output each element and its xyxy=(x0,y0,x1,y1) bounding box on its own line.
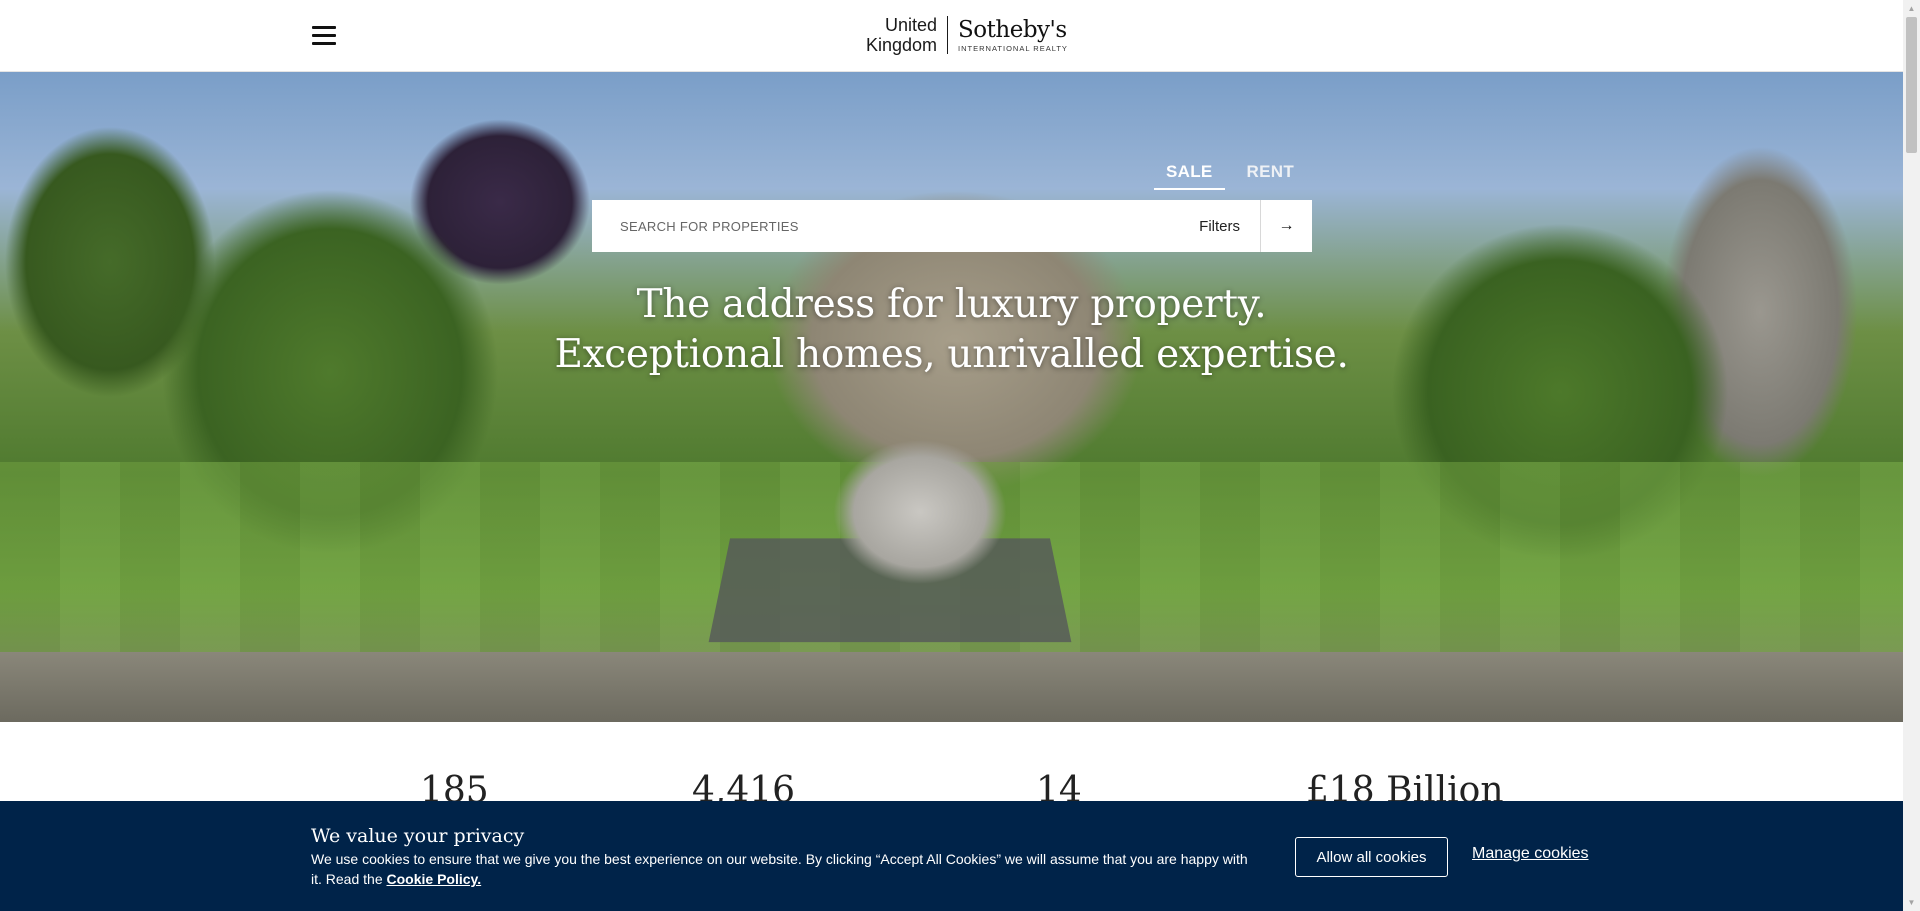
hero-section: SALE RENT Filters → The address for luxu… xyxy=(0,72,1903,722)
manage-cookies-link[interactable]: Manage cookies xyxy=(1472,845,1589,863)
arrow-right-icon: → xyxy=(1278,217,1295,234)
scroll-down-icon[interactable]: ▼ xyxy=(1903,894,1920,911)
logo-region-line2: Kingdom xyxy=(866,35,938,55)
logo-brand-sub: INTERNATIONAL REALTY xyxy=(958,44,1068,53)
logo-region: United Kingdom xyxy=(866,15,947,55)
cookie-banner: We value your privacy We use cookies to … xyxy=(0,801,1903,911)
site-header: United Kingdom Sotheby's INTERNATIONAL R… xyxy=(0,0,1903,72)
hero-headline: The address for luxury property. Excepti… xyxy=(0,280,1903,380)
scrollbar-thumb[interactable] xyxy=(1906,17,1917,153)
filters-button[interactable]: Filters xyxy=(1179,218,1260,235)
cookie-banner-title: We value your privacy xyxy=(311,825,525,847)
page-scrollbar[interactable]: ▲ ▼ xyxy=(1903,0,1920,911)
logo-region-line1: United xyxy=(885,15,938,35)
search-mode-tabs: SALE RENT xyxy=(1154,162,1294,190)
hero-headline-line1: The address for luxury property. xyxy=(636,282,1267,327)
search-input[interactable] xyxy=(592,200,1180,252)
cookie-banner-text: We use cookies to ensure that we give yo… xyxy=(311,849,1251,889)
tab-sale[interactable]: SALE xyxy=(1154,162,1225,190)
tab-rent[interactable]: RENT xyxy=(1247,162,1294,190)
cookie-policy-link[interactable]: Cookie Policy. xyxy=(387,871,482,887)
hero-image-wall xyxy=(0,652,1903,722)
logo-brand-name: Sotheby's xyxy=(958,17,1067,43)
logo-brand: Sotheby's INTERNATIONAL REALTY xyxy=(948,17,1068,53)
hero-image-statue xyxy=(790,412,1050,612)
hamburger-menu-icon[interactable] xyxy=(312,26,336,46)
property-search-bar: Filters → xyxy=(592,200,1312,252)
scroll-up-icon[interactable]: ▲ xyxy=(1903,0,1920,17)
allow-all-cookies-button[interactable]: Allow all cookies xyxy=(1295,837,1448,877)
hero-headline-line2: Exceptional homes, unrivalled expertise. xyxy=(554,332,1349,377)
site-logo[interactable]: United Kingdom Sotheby's INTERNATIONAL R… xyxy=(866,14,1068,56)
search-submit-button[interactable]: → xyxy=(1260,200,1312,252)
